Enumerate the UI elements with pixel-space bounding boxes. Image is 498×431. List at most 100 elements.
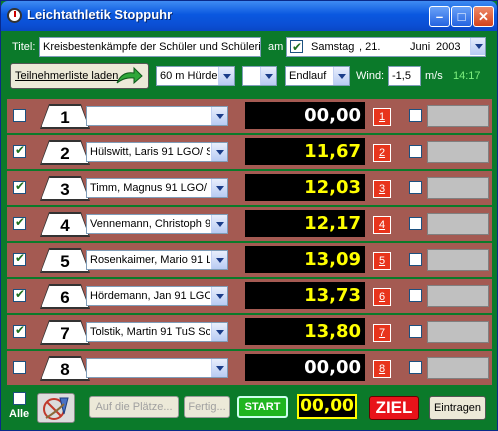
lane-row: 3 Timm, Magnus 91 LGO/ 12,03 3	[7, 171, 492, 205]
clock: 14:17	[453, 70, 481, 82]
on-your-marks-button[interactable]: Auf die Plätze...	[89, 396, 179, 418]
get-set-button[interactable]: Fertig...	[184, 396, 230, 418]
athlete-select[interactable]	[86, 106, 228, 126]
chevron-down-icon	[211, 143, 227, 161]
extra-select[interactable]	[242, 66, 277, 86]
lane-row: 4 Vennemann, Christoph 91 12,17 4	[7, 207, 492, 241]
lane-place-button[interactable]: 5	[373, 252, 391, 270]
finish-button[interactable]: ZIEL	[369, 396, 419, 420]
lane-checkbox[interactable]	[13, 215, 26, 230]
lane-row: 5 Rosenkaimer, Mario 91 L 13,09 5	[7, 243, 492, 277]
chevron-down-icon	[211, 179, 227, 197]
footer-bar: Alle Auf die Plätze... Fertig... START 0…	[7, 390, 492, 426]
date-year: 2003	[436, 41, 461, 53]
discipline-value: 60 m Hürde	[160, 70, 217, 82]
clear-button[interactable]	[37, 393, 75, 423]
maximize-button[interactable]: □	[451, 6, 472, 27]
athlete-select[interactable]: Hülswitt, Laris 91 LGO/ S	[86, 142, 228, 162]
lane-mark-checkbox[interactable]	[409, 289, 422, 302]
lane-checkbox[interactable]	[13, 251, 26, 266]
main-timer: 00,00	[297, 394, 357, 419]
lane-place-button[interactable]: 2	[373, 144, 391, 162]
start-button[interactable]: START	[237, 396, 288, 418]
date-picker[interactable]: Samstag , 21. Juni 2003	[286, 37, 486, 57]
lane-place-button[interactable]: 6	[373, 288, 391, 306]
discipline-select[interactable]: 60 m Hürde	[156, 66, 235, 86]
lane-checkbox[interactable]	[13, 109, 26, 122]
lane-row: 7 Tolstik, Martin 91 TuS Sc 13,80 7	[7, 315, 492, 349]
lane-time: 12,17	[245, 210, 365, 237]
stopwatch-icon	[7, 8, 22, 23]
lane-mark-checkbox[interactable]	[409, 145, 422, 158]
load-participants-label: Teilnehmerliste laden	[15, 70, 119, 82]
lane-checkbox[interactable]	[13, 361, 26, 374]
lane-result-field[interactable]	[427, 249, 489, 271]
athlete-name: Hülswitt, Laris 91 LGO/ S	[90, 146, 210, 158]
lane-mark-checkbox[interactable]	[409, 109, 422, 122]
round-select[interactable]: Endlauf	[285, 66, 350, 86]
lane-time: 11,67	[245, 138, 365, 165]
lane-time: 00,00	[245, 354, 365, 381]
lane-place-button[interactable]: 3	[373, 180, 391, 198]
title-input[interactable]: Kreisbestenkämpfe der Schüler und Schüle…	[39, 37, 261, 57]
select-all-label: Alle	[9, 408, 30, 420]
lane-mark-checkbox[interactable]	[409, 181, 422, 194]
athlete-select[interactable]: Hördemann, Jan 91 LGO	[86, 286, 228, 306]
lane-place-button[interactable]: 8	[373, 360, 391, 378]
date-dropdown[interactable]	[469, 38, 485, 56]
lane-time: 13,80	[245, 318, 365, 345]
lane-row: 6 Hördemann, Jan 91 LGO 13,73 6	[7, 279, 492, 313]
lane-checkbox[interactable]	[13, 179, 26, 194]
date-am-label: am	[268, 41, 284, 53]
lane-result-field[interactable]	[427, 357, 489, 379]
close-button[interactable]: ✕	[473, 6, 494, 27]
athlete-name: Vennemann, Christoph 91	[90, 218, 210, 230]
chevron-down-icon	[211, 323, 227, 341]
lane-result-field[interactable]	[427, 141, 489, 163]
athlete-select[interactable]: Timm, Magnus 91 LGO/	[86, 178, 228, 198]
athlete-select[interactable]	[86, 358, 228, 378]
lane-mark-checkbox[interactable]	[409, 217, 422, 230]
load-participants-button[interactable]: Teilnehmerliste laden	[10, 63, 149, 89]
chevron-down-icon	[218, 67, 234, 85]
athlete-name: Hördemann, Jan 91 LGO	[90, 290, 210, 302]
lane-row: 2 Hülswitt, Laris 91 LGO/ S 11,67 2	[7, 135, 492, 169]
lane-checkbox[interactable]	[13, 323, 26, 338]
lane-row: 8 00,00 8	[7, 351, 492, 385]
lane-place-button[interactable]: 7	[373, 324, 391, 342]
athlete-select[interactable]: Rosenkaimer, Mario 91 L	[86, 250, 228, 270]
lane-mark-checkbox[interactable]	[409, 325, 422, 338]
date-checkbox[interactable]	[290, 38, 303, 56]
lane-mark-checkbox[interactable]	[409, 361, 422, 374]
window-title: Leichtathletik Stoppuhr	[27, 7, 173, 22]
athlete-select[interactable]: Vennemann, Christoph 91	[86, 214, 228, 234]
lane-checkbox[interactable]	[13, 287, 26, 302]
lane-result-field[interactable]	[427, 321, 489, 343]
lane-place-button[interactable]: 1	[373, 108, 391, 126]
main-window: Leichtathletik Stoppuhr – □ ✕ Titel: Kre…	[0, 0, 498, 431]
broom-icon	[43, 397, 69, 420]
wind-unit: m/s	[425, 70, 443, 82]
athlete-select[interactable]: Tolstik, Martin 91 TuS Sc	[86, 322, 228, 342]
date-day: , 21.	[359, 41, 381, 53]
wind-label: Wind:	[356, 70, 385, 82]
lane-result-field[interactable]	[427, 213, 489, 235]
lane-result-field[interactable]	[427, 105, 489, 127]
lane-mark-checkbox[interactable]	[409, 253, 422, 266]
chevron-down-icon	[470, 38, 485, 55]
lane-result-field[interactable]	[427, 285, 489, 307]
lane-checkbox[interactable]	[13, 143, 26, 158]
chevron-down-icon	[333, 67, 349, 85]
title-bar[interactable]: Leichtathletik Stoppuhr – □ ✕	[1, 1, 497, 31]
title-label: Titel:	[12, 41, 36, 53]
lane-result-field[interactable]	[427, 177, 489, 199]
wind-input[interactable]: -1,5	[388, 66, 421, 86]
lane-time: 12,03	[245, 174, 365, 201]
athlete-name: Rosenkaimer, Mario 91 L	[90, 254, 210, 266]
date-weekday: Samstag	[311, 41, 355, 53]
chevron-down-icon	[211, 359, 227, 377]
arrow-icon	[116, 66, 143, 85]
lane-place-button[interactable]: 4	[373, 216, 391, 234]
minimize-button[interactable]: –	[429, 6, 450, 27]
submit-button[interactable]: Eintragen	[429, 396, 486, 420]
